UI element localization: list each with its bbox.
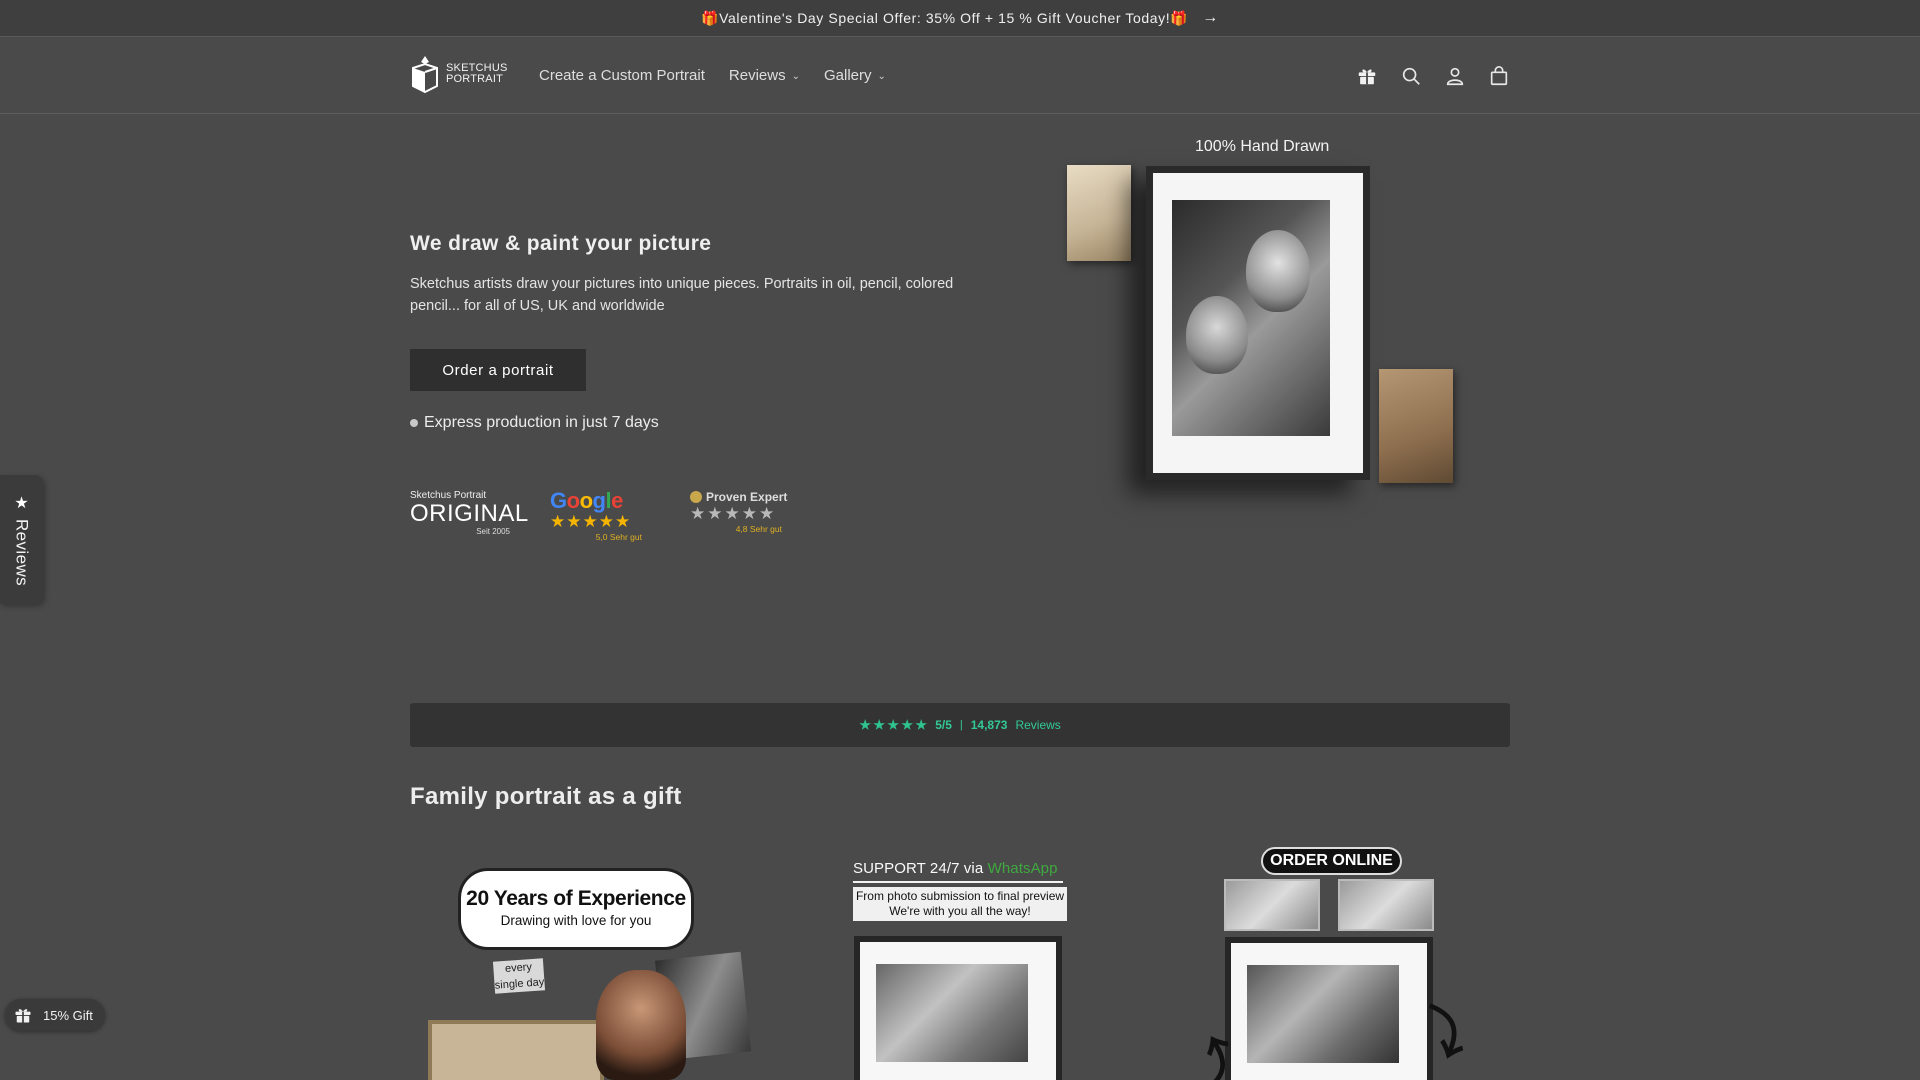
- main-nav: Create a Custom Portrait Reviews ⌄ Galle…: [539, 37, 886, 114]
- gift-discount-button[interactable]: 15% Gift: [5, 999, 105, 1031]
- every-day-note: every single day: [492, 958, 546, 994]
- order-online-badge: ORDER ONLINE: [1261, 847, 1402, 875]
- proven-expert-name: Proven Expert: [706, 490, 788, 504]
- section-title: Family portrait as a gift: [410, 783, 682, 810]
- star-icon: [887, 719, 899, 730]
- proven-expert-logo: Proven Expert: [690, 490, 790, 504]
- portrait-artwork: [1172, 200, 1330, 436]
- hand-drawn-caption: 100% Hand Drawn: [1195, 138, 1330, 155]
- reference-photo-thumb: [1224, 879, 1320, 931]
- nav-label: Reviews: [728, 67, 786, 84]
- search-icon[interactable]: [1400, 65, 1422, 87]
- star-icon: ★: [14, 494, 29, 512]
- gift-icon[interactable]: [1356, 65, 1378, 87]
- proven-expert-badge[interactable]: Proven Expert ★★★★★ 4,8 Sehr gut: [690, 490, 790, 534]
- divider: [853, 881, 1063, 883]
- gift-pill-label: 15% Gift: [43, 1007, 93, 1023]
- original-badge-since: Seit 2005: [476, 527, 510, 536]
- experience-heading: 20 Years of Experience: [466, 887, 686, 910]
- announcement-text[interactable]: 🎁Valentine's Day Special Offer: 35% Off …: [701, 10, 1188, 27]
- reviews-summary-bar[interactable]: 5/5 | 14,873 Reviews: [410, 703, 1510, 747]
- star-icon: [901, 719, 913, 730]
- reference-photo-thumb: [1338, 879, 1434, 931]
- gift-icon: [15, 1009, 31, 1023]
- artist-photo: [596, 970, 686, 1080]
- account-icon[interactable]: [1444, 65, 1466, 87]
- framed-family-portrait: [1225, 937, 1433, 1080]
- star-icon: [859, 719, 871, 730]
- support-sub-line-1: From photo submission to final preview: [855, 889, 1065, 903]
- experience-card: 20 Years of Experience Drawing with love…: [410, 860, 770, 1080]
- nav-gallery[interactable]: Gallery ⌄: [824, 67, 886, 84]
- arrow-right-icon[interactable]: →: [1202, 9, 1219, 27]
- review-stars: [859, 719, 927, 731]
- support-heading: SUPPORT 24/7 via WhatsApp: [853, 860, 1067, 877]
- express-text: Express production in just 7 days: [424, 414, 659, 431]
- logo-line-2: PORTRAIT: [446, 73, 504, 85]
- original-badge: Sketchus Portrait ORIGINAL Seit 2005: [410, 490, 529, 536]
- support-sub-line-2: We're with you all the way!: [889, 904, 1031, 918]
- nav-label: Create a Custom Portrait: [539, 67, 705, 84]
- framed-family-portrait: [854, 936, 1062, 1080]
- star-icon: [873, 719, 885, 730]
- express-production-note: Express production in just 7 days: [410, 414, 659, 432]
- reviews-side-tab[interactable]: ★ Reviews: [0, 475, 43, 604]
- reference-photo-left: [1067, 165, 1131, 261]
- nav-label: Gallery: [823, 67, 872, 84]
- framed-portrait: [1146, 166, 1370, 480]
- proven-expert-rating-text: 4,8 Sehr gut: [735, 524, 782, 534]
- support-card: SUPPORT 24/7 via WhatsApp From photo sub…: [853, 860, 1067, 1080]
- header-icons: [1356, 37, 1510, 114]
- support-text: SUPPORT 24/7 via: [853, 860, 984, 877]
- support-subtext: From photo submission to final preview W…: [853, 887, 1067, 921]
- trust-badges: Sketchus Portrait ORIGINAL Seit 2005 Goo…: [410, 488, 790, 543]
- logo-text: SKETCHUS PORTRAIT: [446, 63, 508, 85]
- framed-photo-image: [428, 1020, 604, 1080]
- review-label: Reviews: [1015, 718, 1061, 732]
- order-portrait-button[interactable]: Order a portrait: [410, 349, 586, 391]
- order-online-card: ORDER ONLINE ⤴ ⤵: [1180, 845, 1475, 1080]
- bullet-dot-icon: [410, 419, 418, 427]
- chevron-down-icon: ⌄: [877, 71, 886, 82]
- google-rating-text: 5,0 Sehr gut: [595, 532, 642, 542]
- speech-bubble: 20 Years of Experience Drawing with love…: [458, 868, 694, 950]
- check-circle-icon: [690, 491, 702, 503]
- experience-subheading: Drawing with love for you: [500, 913, 652, 928]
- review-count: 14,873: [970, 718, 1008, 732]
- original-badge-big: ORIGINAL: [410, 500, 529, 527]
- google-stars: ★★★★★: [550, 512, 632, 531]
- portrait-artwork: [876, 964, 1028, 1062]
- logo-icon: [412, 56, 438, 94]
- hero-description: Sketchus artists draw your pictures into…: [410, 276, 954, 314]
- chevron-down-icon: ⌄: [791, 71, 800, 82]
- reference-photo-right: [1379, 369, 1453, 483]
- star-icon: [915, 719, 927, 730]
- nav-reviews[interactable]: Reviews ⌄: [729, 67, 800, 84]
- cart-icon[interactable]: [1488, 65, 1510, 87]
- proven-expert-stars: ★★★★★: [690, 504, 777, 523]
- nav-create-custom-portrait[interactable]: Create a Custom Portrait: [539, 67, 705, 84]
- announcement-bar[interactable]: 🎁Valentine's Day Special Offer: 35% Off …: [0, 0, 1920, 37]
- site-logo[interactable]: SKETCHUS PORTRAIT: [410, 54, 508, 94]
- hero-title: We draw & paint your picture: [410, 232, 712, 255]
- portrait-artwork: [1247, 965, 1399, 1063]
- review-separator: |: [959, 719, 963, 731]
- google-logo: Google: [550, 488, 623, 513]
- review-score: 5/5: [935, 718, 952, 732]
- whatsapp-link[interactable]: WhatsApp: [988, 860, 1058, 877]
- google-rating-badge[interactable]: Google ★★★★★ 5,0 Sehr gut: [550, 488, 650, 543]
- site-header: SKETCHUS PORTRAIT Create a Custom Portra…: [0, 37, 1920, 114]
- reviews-tab-label: Reviews: [12, 518, 32, 587]
